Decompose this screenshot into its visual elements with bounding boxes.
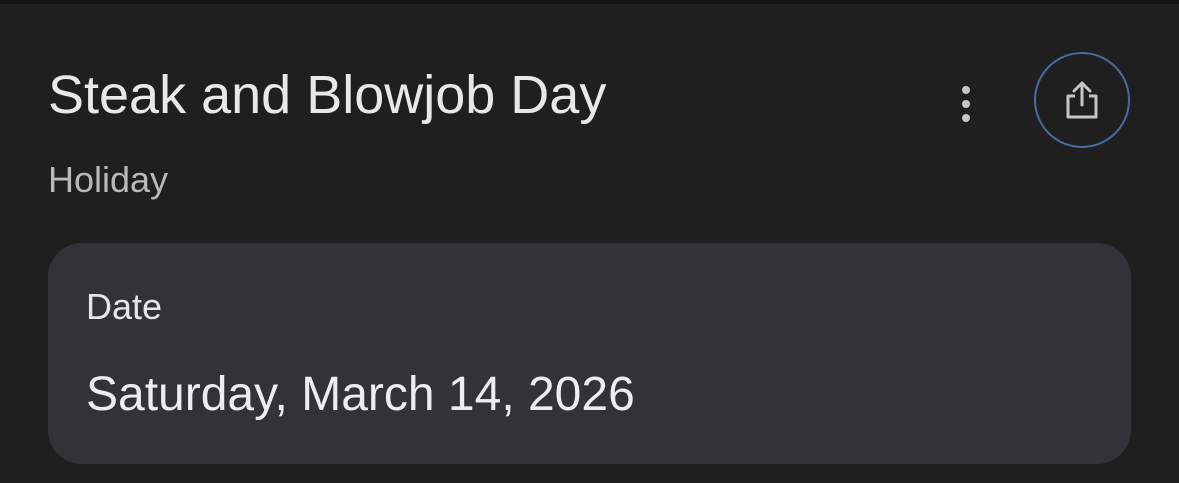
date-card: Date Saturday, March 14, 2026 [48,243,1131,464]
date-label: Date [86,286,163,327]
event-category: Holiday [48,159,169,200]
more-options-button[interactable] [944,82,988,126]
event-title: Steak and Blowjob Day [48,65,607,125]
share-button[interactable] [1034,52,1130,148]
share-icon [1066,81,1098,119]
date-value: Saturday, March 14, 2026 [86,368,635,421]
top-divider [0,0,1179,4]
more-vertical-icon-dot [962,100,970,108]
more-vertical-icon-dot [962,114,970,122]
event-detail-screen: Steak and Blowjob Day Holiday Date Satur… [0,0,1179,483]
more-vertical-icon [962,86,970,94]
